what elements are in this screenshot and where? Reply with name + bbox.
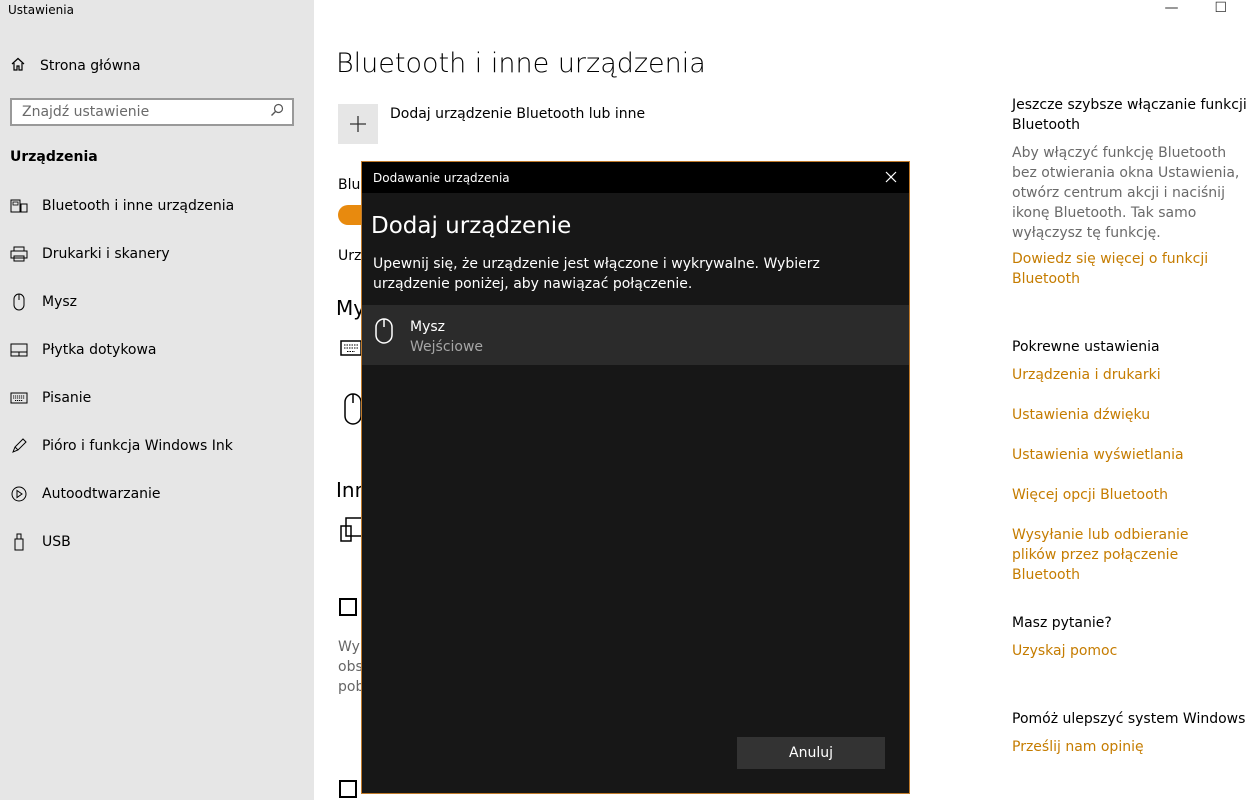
desc-line-1: Wy <box>338 639 360 655</box>
checkbox-1[interactable] <box>339 598 357 616</box>
keyboard-icon[interactable] <box>340 340 362 360</box>
related-heading: Pokrewne ustawienia <box>1012 339 1160 355</box>
dialog-heading: Dodaj urządzenie <box>371 213 572 239</box>
home-icon <box>10 56 26 76</box>
feedback-heading: Pomóż ulepszyć system Windows <box>1012 711 1246 727</box>
sidebar-item-mouse[interactable]: Mysz <box>0 278 314 326</box>
link-sound-settings[interactable]: Ustawienia dźwięku <box>1012 405 1247 425</box>
sidebar-item-label: Pióro i funkcja Windows Ink <box>42 438 233 454</box>
home-nav-item[interactable]: Strona główna <box>10 56 141 76</box>
bluetooth-devices-icon <box>10 197 28 215</box>
search-input[interactable] <box>22 104 262 120</box>
search-box[interactable] <box>10 98 294 126</box>
sidebar-item-label: Płytka dotykowa <box>42 342 157 358</box>
add-device-dialog: Dodawanie urządzenia Dodaj urządzenie Up… <box>361 161 910 794</box>
sidebar-nav: Bluetooth i inne urządzenia Drukarki i s… <box>0 182 314 566</box>
close-icon[interactable] <box>885 169 897 187</box>
sidebar-item-autoplay[interactable]: Autoodtwarzanie <box>0 470 314 518</box>
sidebar: Ustawienia Strona główna Urządzenia Blue… <box>0 0 314 800</box>
bluetooth-status: Urz <box>338 248 362 264</box>
page-title: Bluetooth i inne urządzenia <box>336 48 706 79</box>
device-list-item[interactable]: Mysz Wejściowe <box>362 305 909 365</box>
printer-icon <box>10 245 28 263</box>
mouse-icon[interactable] <box>344 393 362 429</box>
checkbox-2[interactable] <box>339 780 357 798</box>
learn-more-link[interactable]: Dowiedz się więcej o funkcji Bluetooth <box>1012 249 1212 289</box>
mouse-icon <box>10 293 28 311</box>
touchpad-icon <box>10 341 28 359</box>
home-label: Strona główna <box>40 58 141 74</box>
keyboard-icon <box>10 389 28 407</box>
sidebar-item-label: Autoodtwarzanie <box>42 486 161 502</box>
get-help-link[interactable]: Uzyskaj pomoc <box>1012 641 1247 661</box>
dialog-description: Upewnij się, że urządzenie jest włączone… <box>373 256 820 292</box>
plus-icon <box>338 104 378 144</box>
pen-icon <box>10 437 28 455</box>
sidebar-item-label: Mysz <box>42 294 78 310</box>
sidebar-item-typing[interactable]: Pisanie <box>0 374 314 422</box>
sidebar-item-touchpad[interactable]: Płytka dotykowa <box>0 326 314 374</box>
link-more-bluetooth[interactable]: Więcej opcji Bluetooth <box>1012 485 1247 505</box>
sidebar-item-usb[interactable]: USB <box>0 518 314 566</box>
sidebar-item-label: Drukarki i skanery <box>42 246 170 262</box>
cancel-button[interactable]: Anuluj <box>737 737 885 769</box>
sidebar-item-bluetooth[interactable]: Bluetooth i inne urządzenia <box>0 182 314 230</box>
desc-line-2: obs <box>338 659 363 675</box>
sidebar-item-printers[interactable]: Drukarki i skanery <box>0 230 314 278</box>
sidebar-item-label: USB <box>42 534 71 550</box>
sidebar-item-label: Bluetooth i inne urządzenia <box>42 198 235 214</box>
link-display-settings[interactable]: Ustawienia wyświetlania <box>1012 445 1247 465</box>
tip-heading: Jeszcze szybsze włączanie funkcji Blueto… <box>1012 97 1247 133</box>
usb-icon <box>10 533 28 551</box>
add-device-button[interactable]: Dodaj urządzenie Bluetooth lub inne <box>338 104 645 144</box>
maximize-button[interactable]: ☐ <box>1214 0 1227 16</box>
app-title: Ustawienia <box>8 3 74 17</box>
autoplay-icon <box>10 485 28 503</box>
feedback-link[interactable]: Prześlij nam opinię <box>1012 737 1247 757</box>
window-controls: — ☐ <box>1164 0 1227 16</box>
question-heading: Masz pytanie? <box>1012 615 1112 631</box>
link-devices-printers[interactable]: Urządzenia i drukarki <box>1012 365 1247 385</box>
section-heading: Urządzenia <box>10 149 98 165</box>
device-type: Wejściowe <box>410 339 484 355</box>
link-send-receive-files[interactable]: Wysyłanie lub odbieranie plików przez po… <box>1012 525 1237 585</box>
mouse-icon <box>374 318 398 346</box>
tip-text: Aby włączyć funkcję Bluetooth bez otwier… <box>1012 145 1240 241</box>
sidebar-item-pen[interactable]: Pióro i funkcja Windows Ink <box>0 422 314 470</box>
dialog-title: Dodawanie urządzenia <box>373 170 510 185</box>
sidebar-item-label: Pisanie <box>42 390 92 406</box>
search-icon[interactable] <box>270 103 284 121</box>
minimize-button[interactable]: — <box>1164 0 1178 16</box>
add-device-label: Dodaj urządzenie Bluetooth lub inne <box>390 106 646 122</box>
device-name: Mysz <box>410 319 446 335</box>
dialog-titlebar: Dodawanie urządzenia <box>362 162 909 193</box>
